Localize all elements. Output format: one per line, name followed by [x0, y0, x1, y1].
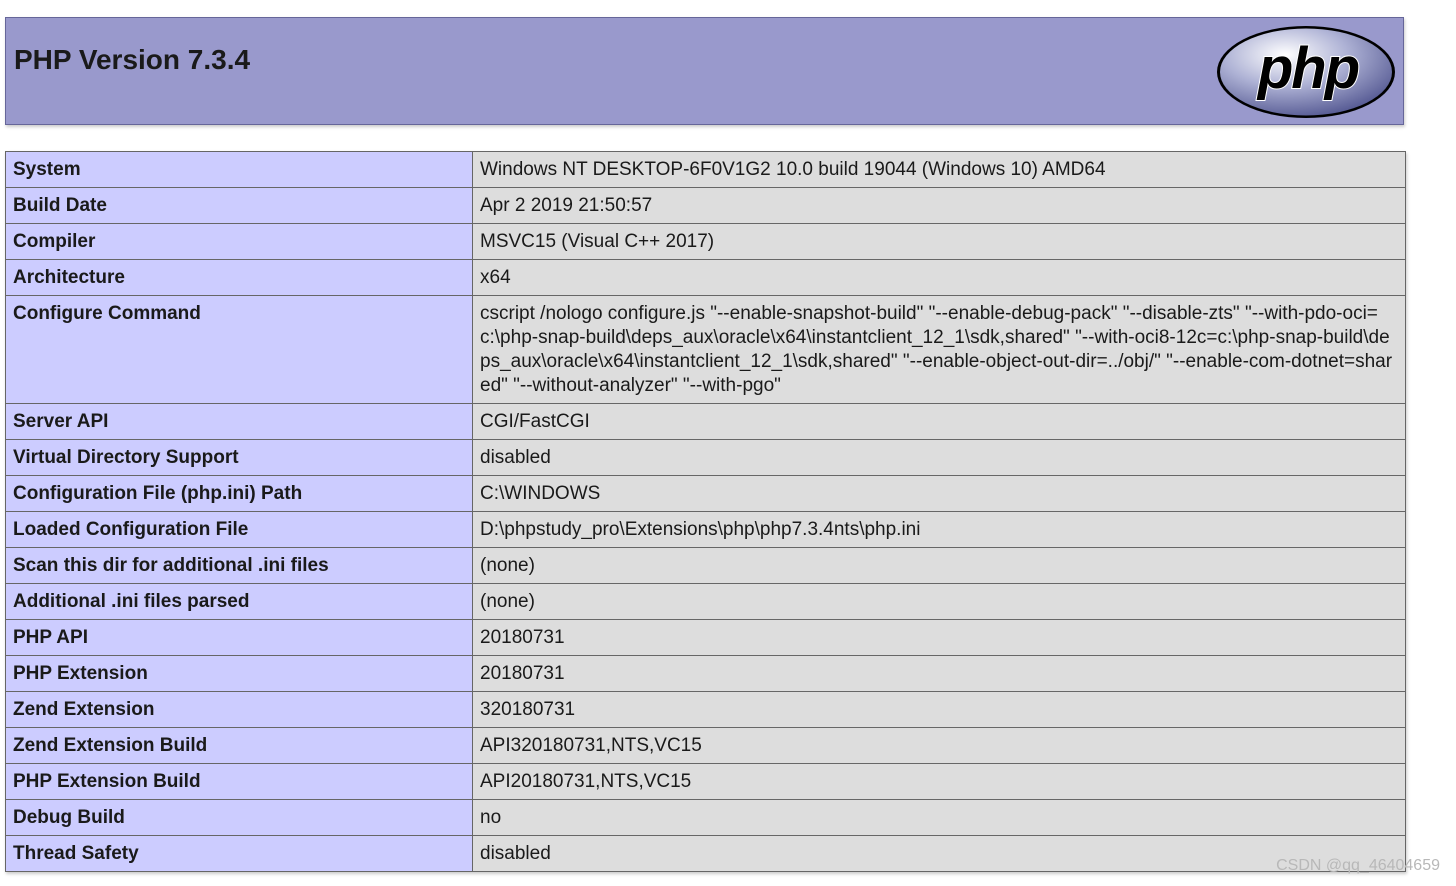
php-logo-icon: php	[1217, 26, 1395, 118]
setting-value: Apr 2 2019 21:50:57	[472, 187, 1406, 224]
php-info-header: PHP Version 7.3.4 php	[5, 17, 1404, 125]
table-row: Scan this dir for additional .ini files(…	[5, 547, 1406, 584]
setting-value: API20180731,NTS,VC15	[472, 763, 1406, 800]
table-row: Thread Safety disabled	[5, 835, 1406, 872]
setting-value: 20180731	[472, 655, 1406, 692]
table-row: Architecture x64	[5, 259, 1406, 296]
table-row: Virtual Directory Support disabled	[5, 439, 1406, 476]
setting-name: Server API	[5, 403, 473, 440]
setting-value: (none)	[472, 583, 1406, 620]
setting-value: (none)	[472, 547, 1406, 584]
table-row: Build Date Apr 2 2019 21:50:57	[5, 187, 1406, 224]
setting-value: x64	[472, 259, 1406, 296]
table-row: PHP API 20180731	[5, 619, 1406, 656]
table-row: Additional .ini files parsed (none)	[5, 583, 1406, 620]
setting-name: Build Date	[5, 187, 473, 224]
setting-value: MSVC15 (Visual C++ 2017)	[472, 223, 1406, 260]
table-row: PHP Extension 20180731	[5, 655, 1406, 692]
setting-value: D:\phpstudy_pro\Extensions\php\php7.3.4n…	[472, 511, 1406, 548]
table-row: Loaded Configuration File D:\phpstudy_pro…	[5, 511, 1406, 548]
setting-value: CGI/FastCGI	[472, 403, 1406, 440]
setting-name: System	[5, 151, 473, 188]
setting-name: Scan this dir for additional .ini files	[5, 547, 473, 584]
setting-name: Zend Extension	[5, 691, 473, 728]
setting-name: PHP Extension Build	[5, 763, 473, 800]
setting-name: Virtual Directory Support	[5, 439, 473, 476]
setting-value: C:\WINDOWS	[472, 475, 1406, 512]
setting-name: Architecture	[5, 259, 473, 296]
setting-name: Compiler	[5, 223, 473, 260]
php-info-table: System Windows NT DESKTOP-6F0V1G2 10.0 bu…	[5, 151, 1406, 872]
table-row: Zend Extension 320180731	[5, 691, 1406, 728]
table-row: System Windows NT DESKTOP-6F0V1G2 10.0 bu…	[5, 151, 1406, 188]
setting-value: API320180731,NTS,VC15	[472, 727, 1406, 764]
table-row: Configure Command cscript /nologo configu…	[5, 295, 1406, 404]
table-row: Configuration File (php.ini) Path C:\WIND…	[5, 475, 1406, 512]
setting-name: Zend Extension Build	[5, 727, 473, 764]
table-row: Debug Build no	[5, 799, 1406, 836]
setting-name: Loaded Configuration File	[5, 511, 473, 548]
setting-value: 320180731	[472, 691, 1406, 728]
table-row: Server API CGI/FastCGI	[5, 403, 1406, 440]
setting-name: Additional .ini files parsed	[5, 583, 473, 620]
php-logo-text: php	[1256, 36, 1359, 101]
setting-name: PHP API	[5, 619, 473, 656]
page-title: PHP Version 7.3.4	[14, 44, 251, 75]
table-row: Zend Extension Build API320180731,NTS,VC1…	[5, 727, 1406, 764]
setting-value: no	[472, 799, 1406, 836]
table-row: PHP Extension Build API20180731,NTS,VC15	[5, 763, 1406, 800]
setting-value: disabled	[472, 439, 1406, 476]
setting-name: Configure Command	[5, 295, 473, 404]
watermark-text: CSDN @qq_46404659	[1276, 857, 1440, 874]
setting-value: 20180731	[472, 619, 1406, 656]
setting-value: Windows NT DESKTOP-6F0V1G2 10.0 build 19…	[472, 151, 1406, 188]
setting-name: Debug Build	[5, 799, 473, 836]
setting-value: disabled	[472, 835, 1406, 872]
setting-name: PHP Extension	[5, 655, 473, 692]
setting-name: Configuration File (php.ini) Path	[5, 475, 473, 512]
setting-value: cscript /nologo configure.js "--enable-s…	[472, 295, 1406, 404]
setting-name: Thread Safety	[5, 835, 473, 872]
table-row: Compiler MSVC15 (Visual C++ 2017)	[5, 223, 1406, 260]
